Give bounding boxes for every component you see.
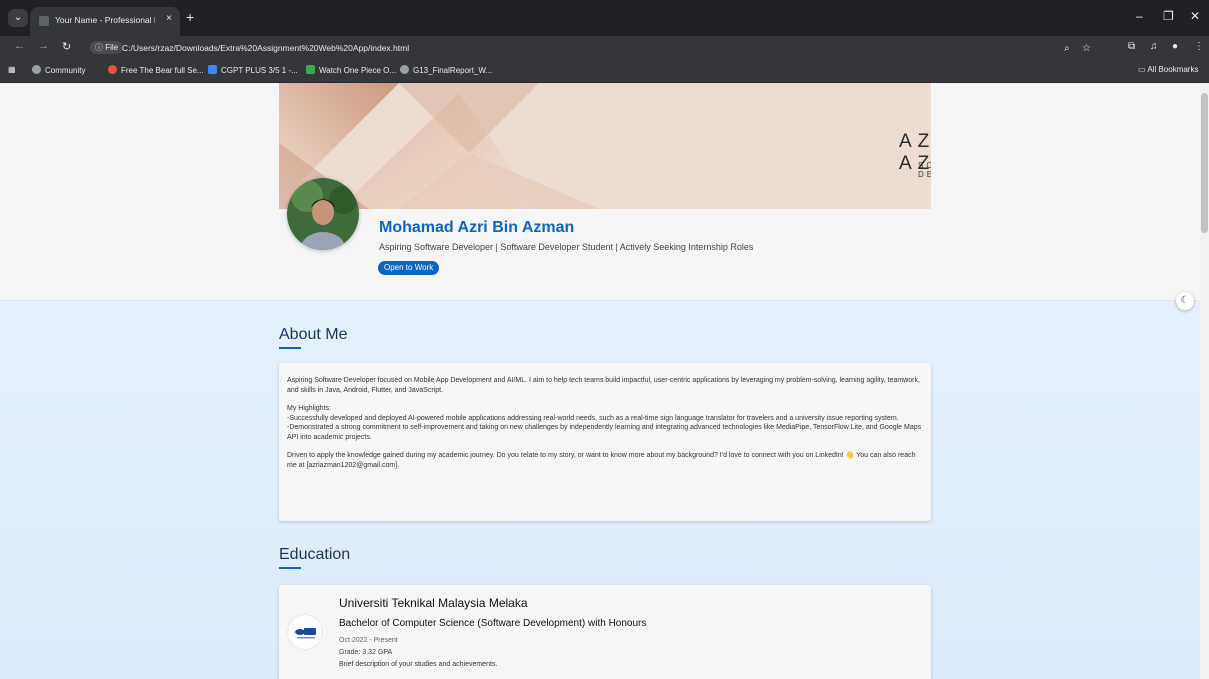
bookmark-free-the-bear[interactable]: Free The Bear full Se... bbox=[108, 65, 204, 75]
bookmark-label: Watch One Piece O... bbox=[319, 66, 397, 75]
university-logo-icon bbox=[288, 615, 322, 649]
favicon-icon bbox=[39, 16, 49, 26]
folder-icon: ▭ bbox=[1138, 65, 1148, 74]
about-intro: Aspiring Software Developer focused on M… bbox=[287, 377, 920, 394]
back-icon[interactable]: ← bbox=[14, 40, 25, 52]
education-section-title: Education bbox=[279, 546, 351, 563]
apps-icon[interactable]: ▦ bbox=[8, 65, 16, 74]
scrollbar-thumb[interactable] bbox=[1201, 93, 1208, 233]
bookmark-one-piece[interactable]: Watch One Piece O... bbox=[306, 65, 396, 75]
avatar bbox=[287, 178, 359, 250]
bookmark-favicon-icon bbox=[32, 65, 41, 74]
bookmark-favicon-icon bbox=[306, 65, 315, 74]
minimize-icon[interactable]: – bbox=[1136, 9, 1143, 23]
education-card: Universiti Teknikal Malaysia Melaka Bach… bbox=[279, 585, 931, 679]
about-text: Aspiring Software Developer focused on M… bbox=[287, 376, 923, 479]
browser-tab-bar: ⌄ Your Name - Professional Portfo × + – … bbox=[0, 0, 1209, 36]
university-name: Universiti Teknikal Malaysia Melaka bbox=[339, 596, 528, 610]
about-card: Aspiring Software Developer focused on M… bbox=[279, 363, 931, 521]
education-dates: Oct 2022 - Present bbox=[339, 637, 398, 644]
open-to-work-button[interactable]: Open to Work bbox=[378, 261, 440, 275]
banner-pattern-icon bbox=[279, 83, 931, 209]
browser-tab[interactable]: Your Name - Professional Portfo × bbox=[30, 7, 180, 36]
profile-photo-icon bbox=[287, 178, 359, 250]
new-tab-button[interactable]: + bbox=[186, 9, 194, 25]
hero-section: AZRI AZMAN SOFTWARE DEVELOPER Mohamad Az… bbox=[0, 83, 1200, 301]
tab-search-icon[interactable]: ⌄ bbox=[8, 9, 28, 27]
bookmark-cgpt[interactable]: CGPT PLUS 3/5 1 -... bbox=[208, 65, 298, 75]
restore-icon[interactable]: ❐ bbox=[1163, 9, 1174, 23]
about-title-underline bbox=[279, 347, 301, 349]
bookmarks-bar: ▦ Community Free The Bear full Se... CGP… bbox=[0, 60, 1209, 83]
highlight-item: -Successfully developed and deployed AI-… bbox=[287, 414, 899, 422]
all-bookmarks-label: All Bookmarks bbox=[1147, 65, 1199, 74]
bookmark-g13[interactable]: G13_FinalReport_W... bbox=[400, 65, 492, 75]
bookmark-community[interactable]: Community bbox=[32, 65, 85, 75]
education-title-underline bbox=[279, 567, 301, 569]
bookmark-label: CGPT PLUS 3/5 1 -... bbox=[221, 66, 298, 75]
kebab-menu-icon[interactable]: ⋮ bbox=[1194, 41, 1204, 52]
bookmark-favicon-icon bbox=[108, 65, 117, 74]
profile-name: Mohamad Azri Bin Azman bbox=[379, 219, 575, 236]
bookmark-label: Free The Bear full Se... bbox=[121, 66, 204, 75]
about-section-title: About Me bbox=[279, 326, 348, 343]
forward-icon[interactable]: → bbox=[38, 40, 49, 52]
site-info-chip[interactable]: ⓘ File bbox=[90, 41, 124, 54]
bookmark-favicon-icon bbox=[208, 65, 217, 74]
bookmark-label: Community bbox=[45, 66, 86, 75]
profile-banner: AZRI AZMAN SOFTWARE DEVELOPER bbox=[279, 83, 931, 209]
page-scrollbar[interactable] bbox=[1200, 83, 1209, 679]
reload-icon[interactable]: ↻ bbox=[62, 40, 71, 53]
bookmark-label: G13_FinalReport_W... bbox=[413, 66, 493, 75]
utem-logo-icon bbox=[295, 628, 316, 639]
all-bookmarks[interactable]: ▭ All Bookmarks bbox=[1138, 65, 1198, 74]
media-icon[interactable]: ♫ bbox=[1150, 41, 1158, 52]
highlight-item: -Demonstrated a strong commitment to sel… bbox=[287, 424, 922, 441]
extensions-icon[interactable]: ⧉ bbox=[1128, 41, 1135, 52]
education-grade: Grade: 3.32 GPA bbox=[339, 649, 393, 656]
zoom-icon[interactable]: ⌕ bbox=[1064, 43, 1070, 54]
bookmark-favicon-icon bbox=[400, 65, 409, 74]
highlights-heading: My Highlights: bbox=[287, 405, 331, 412]
theme-toggle-moon-icon[interactable]: ☾ bbox=[1176, 292, 1194, 310]
about-closing: Driven to apply the knowledge gained dur… bbox=[287, 452, 916, 469]
profile-avatar-icon[interactable]: ● bbox=[1172, 41, 1178, 52]
tab-title: Your Name - Professional Portfo bbox=[55, 15, 155, 25]
url-text[interactable]: C:/Users/rzaz/Downloads/Extra%20Assignme… bbox=[122, 43, 409, 53]
page-viewport: AZRI AZMAN SOFTWARE DEVELOPER Mohamad Az… bbox=[0, 83, 1200, 679]
close-window-icon[interactable]: ✕ bbox=[1190, 9, 1200, 23]
profile-headline: Aspiring Software Developer | Software D… bbox=[379, 242, 754, 252]
browser-toolbar: ← → ↻ ⓘ File C:/Users/rzaz/Downloads/Ext… bbox=[0, 36, 1209, 60]
bookmark-star-icon[interactable]: ☆ bbox=[1082, 43, 1091, 54]
education-description: Brief description of your studies and ac… bbox=[339, 661, 498, 668]
banner-role: SOFTWARE DEVELOPER bbox=[918, 161, 931, 179]
degree-title: Bachelor of Computer Science (Software D… bbox=[339, 618, 647, 629]
tab-close-icon[interactable]: × bbox=[166, 13, 172, 24]
address-bar[interactable]: ⓘ File C:/Users/rzaz/Downloads/Extra%20A… bbox=[86, 38, 1106, 58]
